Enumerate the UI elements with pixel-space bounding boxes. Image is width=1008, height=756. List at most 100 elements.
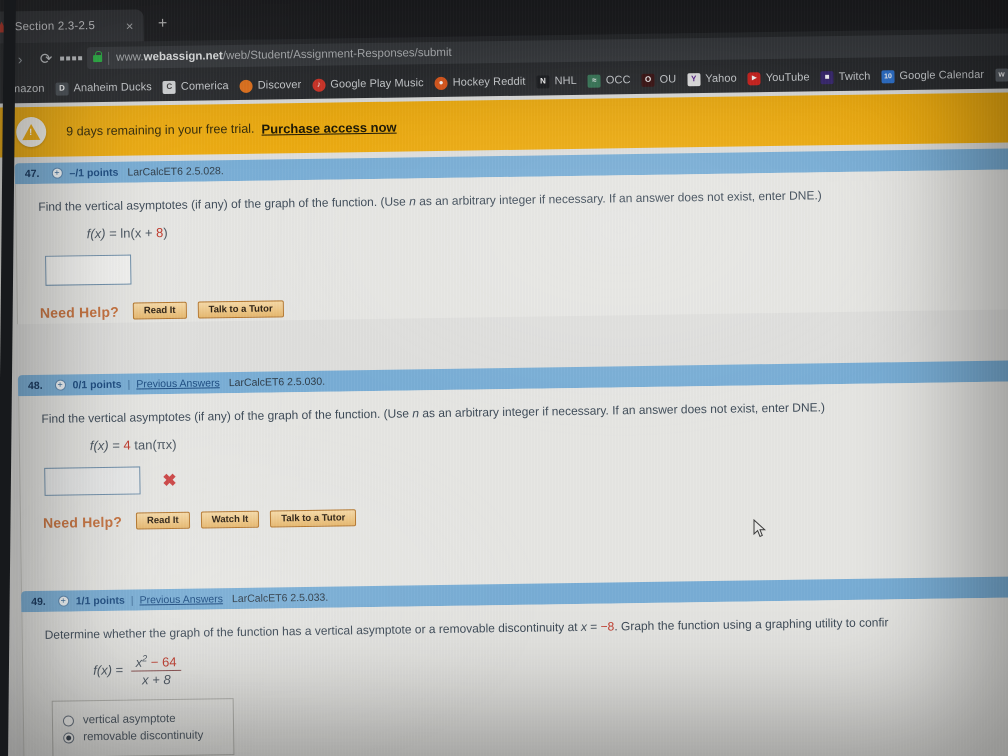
question-body-49: Determine whether the graph of the funct… (21, 597, 1008, 756)
purchase-access-link[interactable]: Purchase access now (261, 119, 396, 136)
incorrect-x-icon: ✖ (162, 470, 177, 490)
occ-icon: ≈ (587, 74, 601, 88)
points-label: 1/1 points (75, 594, 125, 607)
previous-answers-link[interactable]: Previous Answers (136, 377, 220, 390)
calendar-icon: 10 (881, 69, 895, 83)
points-label: 0/1 points (72, 378, 122, 391)
bookmark-item[interactable]: D Anaheim Ducks (55, 81, 152, 96)
lock-icon (93, 54, 103, 62)
read-it-button[interactable]: Read It (135, 511, 190, 530)
answer-input-48[interactable] (44, 466, 141, 496)
help-row-47: Need Help? Read It Talk to a Tutor (40, 289, 1008, 321)
new-tab-button[interactable]: + (152, 15, 172, 33)
talk-to-a-tutor-button[interactable]: Talk to a Tutor (270, 509, 357, 528)
textbook-ref: LarCalcET6 2.5.030. (228, 375, 326, 389)
browser-tab[interactable]: Section 2.3-2.5 × (0, 9, 144, 44)
fraction-denominator: x + 8 (141, 672, 171, 688)
radio-label: removable discontinuity (83, 729, 204, 744)
question-body-48: Find the vertical asymptotes (if any) of… (18, 381, 1008, 602)
bookmark-label: Anaheim Ducks (73, 81, 152, 95)
mouse-pointer-icon (753, 519, 766, 538)
url-domain: webassign.net (143, 50, 223, 64)
question-block-49: 49. + 1/1 points | Previous Answers LarC… (21, 576, 1008, 756)
bookmark-label: OCC (605, 74, 631, 87)
close-icon[interactable]: × (122, 18, 138, 33)
bookmark-item[interactable]: ≈ OCC (587, 74, 631, 88)
bookmark-label: YouTube (765, 71, 810, 85)
url-prefix: www. (116, 51, 144, 64)
trial-banner-text: 9 days remaining in your free trial. (66, 121, 255, 139)
radio-label: vertical asymptote (82, 713, 176, 727)
bookmark-item[interactable]: ■ Twitch (820, 70, 871, 84)
question-number: 49. (31, 595, 46, 608)
reddit-icon: ● (434, 76, 448, 90)
webassign-icon: w (995, 68, 1008, 82)
need-help-label: Need Help? (42, 513, 123, 531)
bookmark-item[interactable]: C Comerica (162, 80, 229, 94)
header-separator: | (127, 378, 131, 391)
fraction: x2 − 64 x + 8 (130, 652, 182, 688)
bookmark-item[interactable]: ♪ Google Play Music (312, 77, 424, 92)
yahoo-icon: Y (687, 72, 701, 86)
apps-grid-icon[interactable] (59, 56, 83, 61)
bookmark-item[interactable]: 10 Google Calendar (881, 68, 984, 83)
bookmark-item[interactable]: N NHL (536, 74, 577, 89)
question-body-47: Find the vertical asymptotes (if any) of… (14, 169, 1008, 325)
bookmark-item[interactable]: wWeba (995, 68, 1008, 82)
reload-icon[interactable]: ⟳ (33, 50, 59, 67)
radio-option-removable-discontinuity[interactable]: removable discontinuity (63, 730, 223, 744)
expand-icon[interactable]: + (54, 379, 66, 391)
read-it-button[interactable]: Read It (132, 301, 187, 320)
bookmark-label: Hockey Reddit (452, 75, 526, 89)
bookmark-label: Yahoo (705, 72, 737, 86)
expand-icon[interactable]: + (57, 595, 69, 607)
nhl-icon: N (536, 74, 550, 89)
omnibox-divider (108, 51, 110, 65)
bookmark-item[interactable]: O OU (641, 73, 676, 87)
bookmark-item[interactable]: ▶ YouTube (747, 71, 810, 85)
trial-banner: 9 days remaining in your free trial. Pur… (0, 92, 1008, 158)
fraction-numerator: x2 − 64 (130, 652, 182, 672)
textbook-ref: LarCalcET6 2.5.033. (231, 591, 329, 605)
play-music-icon: ♪ (312, 78, 326, 92)
need-help-label: Need Help? (39, 303, 120, 321)
help-row-48: Need Help? Read It Watch It Talk to a Tu… (43, 499, 1008, 531)
function-expression: f(x) = x2 − 64 x + 8 (93, 640, 1008, 688)
bookmark-item[interactable]: ● Hockey Reddit (434, 75, 526, 90)
youtube-icon: ▶ (747, 71, 761, 85)
radio-icon[interactable] (62, 715, 75, 727)
radio-option-vertical-asymptote[interactable]: vertical asymptote (62, 713, 223, 727)
screen-area: Section 2.3-2.5 × + ‹ › ⟳ www.webassign.… (0, 0, 1008, 756)
comerica-icon: C (162, 80, 176, 94)
question-block-47: 47. + –/1 points LarCalcET6 2.5.028. Fin… (14, 148, 1008, 325)
bookmark-label: OU (659, 73, 677, 86)
discover-icon (239, 79, 253, 93)
textbook-ref: LarCalcET6 2.5.028. (127, 164, 224, 179)
watch-it-button[interactable]: Watch It (200, 510, 260, 529)
tab-title: Section 2.3-2.5 (14, 20, 96, 34)
ou-icon: O (641, 73, 655, 87)
expand-icon[interactable]: + (51, 167, 63, 179)
points-label: –/1 points (69, 166, 119, 179)
function-expression: f(x) = ln(x + 8) (86, 225, 168, 242)
warning-icon (15, 116, 47, 148)
twitch-icon: ■ (820, 70, 834, 84)
bookmark-label: Discover (257, 79, 302, 92)
prompt-value: −8 (600, 619, 615, 634)
question-prompt: Find the vertical asymptotes (if any) of… (41, 400, 825, 426)
radio-icon-selected[interactable] (63, 732, 75, 744)
bookmark-label: NHL (554, 74, 577, 88)
bookmark-item[interactable]: Y Yahoo (687, 72, 737, 86)
bookmark-item[interactable]: Discover (239, 79, 302, 93)
ducks-icon: D (55, 81, 69, 96)
monitor-photo: Section 2.3-2.5 × + ‹ › ⟳ www.webassign.… (0, 0, 1008, 756)
bookmark-label: Twitch (838, 70, 871, 84)
question-number: 47. (24, 167, 40, 180)
url-text: www.webassign.net/web/Student/Assignment… (116, 47, 452, 64)
function-expression: f(x) = 4 tan(πx) (89, 436, 177, 454)
url-path: /web/Student/Assignment-Responses/submit (222, 46, 452, 63)
talk-to-a-tutor-button[interactable]: Talk to a Tutor (197, 300, 284, 319)
previous-answers-link[interactable]: Previous Answers (139, 593, 223, 606)
bookmark-label: Google Calendar (899, 68, 985, 83)
answer-input-47[interactable] (45, 254, 132, 286)
